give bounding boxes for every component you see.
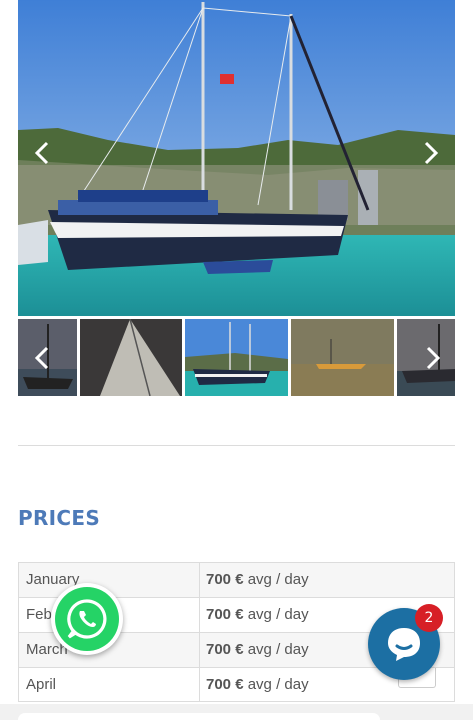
section-divider xyxy=(18,445,455,446)
gallery-main-image[interactable] xyxy=(18,0,455,316)
whatsapp-icon xyxy=(55,587,119,651)
price-unit: avg / day xyxy=(247,641,309,658)
page: PRICES January 700 € avg / day February … xyxy=(0,0,473,720)
thumbnail-3[interactable] xyxy=(185,319,288,396)
thumbnails-prev-icon[interactable] xyxy=(28,343,58,373)
price-unit: avg / day xyxy=(247,676,309,693)
chat-bubble-icon xyxy=(388,628,420,661)
gallery-prev-icon[interactable] xyxy=(28,138,58,168)
price-value: 700 € avg / day xyxy=(200,563,454,597)
thumbnail-4[interactable] xyxy=(291,319,394,396)
browser-bottom-bar xyxy=(0,704,473,720)
address-bar[interactable] xyxy=(18,713,380,720)
whatsapp-button[interactable] xyxy=(51,583,123,655)
thumbnail-2[interactable] xyxy=(80,319,182,396)
price-unit: avg / day xyxy=(247,606,309,623)
price-amount: 700 € xyxy=(206,641,244,658)
thumbnails-next-icon[interactable] xyxy=(417,343,447,373)
price-amount: 700 € xyxy=(206,676,244,693)
price-unit: avg / day xyxy=(247,571,309,588)
price-amount: 700 € xyxy=(206,571,244,588)
gallery-next-icon[interactable] xyxy=(415,138,445,168)
chat-unread-badge: 2 xyxy=(415,604,443,632)
prices-title: PRICES xyxy=(18,506,101,530)
gallery-thumbnails xyxy=(18,319,455,396)
price-amount: 700 € xyxy=(206,606,244,623)
price-month: April xyxy=(19,668,200,701)
